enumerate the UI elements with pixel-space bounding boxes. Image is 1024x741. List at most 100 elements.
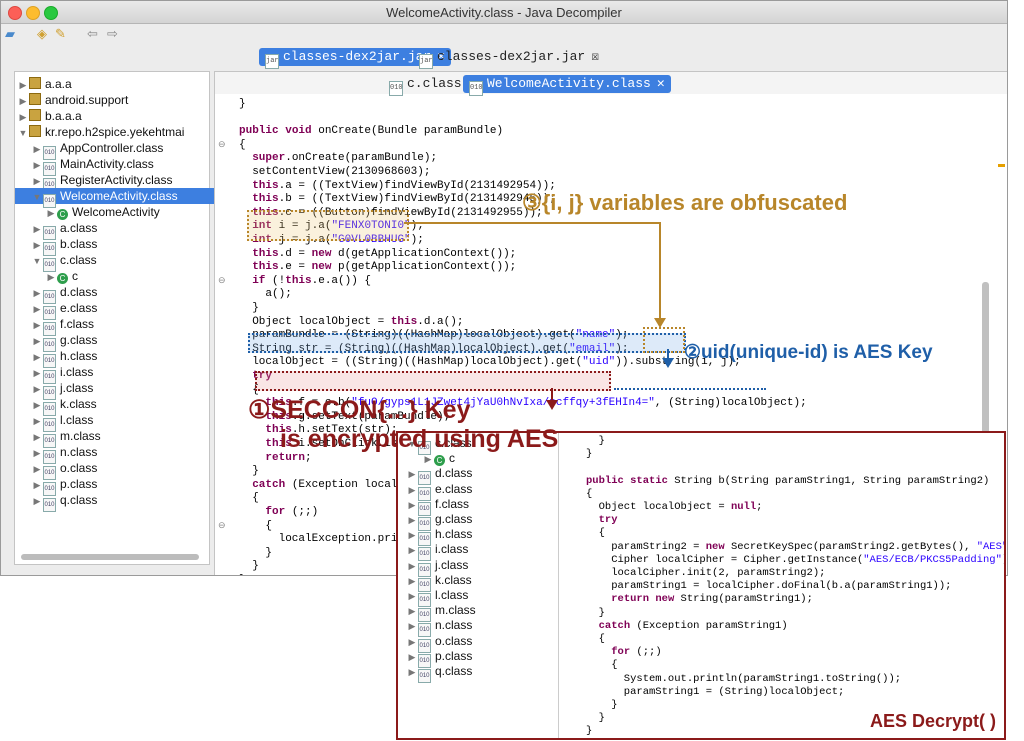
expand-arrow-icon[interactable]: ▶	[31, 317, 43, 333]
popup-tree-item-label: p.class	[435, 648, 473, 663]
wand-icon[interactable]: ✎	[55, 26, 66, 42]
expand-arrow-icon[interactable]: ▶	[31, 285, 43, 301]
expand-arrow-icon[interactable]: ▶	[17, 77, 29, 93]
expand-arrow-icon[interactable]: ▶	[31, 301, 43, 317]
tree-item-label: WelcomeActivity	[72, 205, 160, 219]
expand-arrow-icon[interactable]: ▶	[31, 173, 43, 189]
fold-icon[interactable]: ⊖	[218, 520, 226, 531]
annotation-uid-key: ②uid(unique-id) is AES Key	[684, 342, 933, 363]
tree-item[interactable]: ▶ 010 MainActivity.class	[15, 156, 221, 176]
expand-arrow-icon[interactable]: ▶	[31, 365, 43, 381]
popup-tree-item[interactable]: ▶ 010 n.class	[398, 617, 473, 638]
expand-arrow-icon[interactable]: ▼	[17, 125, 29, 141]
expand-arrow-icon[interactable]: ▼	[31, 253, 43, 269]
expand-arrow-icon[interactable]: ▶	[45, 269, 57, 285]
popup-tree-item[interactable]: ▶ 010 j.class	[398, 557, 468, 577]
popup-tree-item[interactable]: ▶ 010 h.class	[398, 526, 472, 547]
expand-arrow-icon[interactable]: ▶	[31, 349, 43, 365]
horizontal-scrollbar[interactable]	[21, 554, 199, 560]
code-line: super.onCreate(paramBundle);	[252, 152, 438, 165]
tree-item[interactable]: ▶ 010 i.class	[15, 364, 221, 384]
class-file-icon: 010	[389, 81, 403, 96]
popup-tree-item[interactable]: ▶ 010 k.class	[398, 572, 472, 592]
tree-item[interactable]: ▶ 010 j.class	[15, 380, 221, 400]
code-line: }	[239, 302, 259, 314]
back-arrow-icon[interactable]: ⇦	[87, 26, 98, 42]
popup-tree-item-label: n.class	[435, 618, 473, 633]
tree-item[interactable]: ▶ 010 g.class	[15, 332, 221, 352]
tree-item[interactable]: ▶ 010 a.class	[15, 220, 221, 240]
expand-arrow-icon[interactable]: ▶	[17, 109, 29, 125]
tree-item[interactable]: ▶ 010 l.class	[15, 412, 221, 432]
open-jar-icon[interactable]: ◈	[37, 26, 47, 42]
popup-tree-item[interactable]: ▶ 010 p.class	[398, 648, 473, 668]
tree-item[interactable]: ▶ C WelcomeActivity	[15, 204, 235, 220]
tree-item[interactable]: ▶ 010 k.class	[15, 396, 221, 416]
tree-item[interactable]: ▶ b.a.a.a	[15, 108, 207, 124]
popup-code-line: }	[586, 725, 593, 738]
tree-item[interactable]: ▶ android.support	[15, 92, 207, 108]
popup-code-area[interactable]: }} public static String b(String paramStr…	[560, 433, 1004, 738]
fold-icon[interactable]: ⊖	[218, 139, 226, 150]
highlight-encrypted-box	[255, 371, 611, 391]
expand-arrow-icon[interactable]: ▶	[17, 93, 29, 109]
package-tree: ▶ a.a.a ▶ android.support ▶ b.a.a.a ▼ kr.repo.h…	[14, 71, 221, 565]
popup-tree-item[interactable]: ▶ 010 q.class	[398, 663, 472, 683]
tree-item[interactable]: ▶ 010 d.class	[15, 284, 221, 304]
forward-arrow-icon[interactable]: ⇨	[107, 26, 118, 42]
popup-tree-item-label: k.class	[435, 572, 472, 587]
expand-arrow-icon[interactable]: ▶	[31, 477, 43, 493]
fold-icon[interactable]: ⊖	[218, 275, 226, 286]
expand-arrow-icon[interactable]: ▶	[406, 664, 418, 680]
expand-arrow-icon[interactable]: ▶	[31, 429, 43, 445]
popup-tree-item[interactable]: ▶ 010 d.class	[398, 465, 472, 486]
tree-item[interactable]: ▶ Cc	[15, 268, 235, 284]
popup-tree-item[interactable]: ▶ 010 i.class	[398, 541, 468, 562]
class-file-icon: 010	[43, 498, 56, 512]
expand-arrow-icon[interactable]: ▶	[31, 221, 43, 237]
tree-item[interactable]: ▶ 010 RegisterActivity.class	[15, 172, 221, 192]
expand-arrow-icon[interactable]: ▶	[31, 445, 43, 461]
popup-tree-item[interactable]: ▶ 010 m.class	[398, 602, 476, 623]
tree-item[interactable]: ▶ 010 e.class	[15, 300, 221, 320]
expand-arrow-icon[interactable]: ▶	[31, 397, 43, 413]
tree-item[interactable]: ▼ 010 c.class	[15, 252, 221, 272]
tree-item[interactable]: ▶ 010 f.class	[15, 316, 221, 336]
expand-arrow-icon[interactable]: ▼	[31, 189, 43, 205]
tree-item[interactable]: ▼ 010 WelcomeActivity.class	[15, 188, 221, 208]
expand-arrow-icon[interactable]: ▶	[31, 237, 43, 253]
expand-arrow-icon[interactable]: ▶	[31, 413, 43, 429]
window-title: WelcomeActivity.class - Java Decompiler	[386, 5, 622, 20]
tree-item-label: k.class	[60, 397, 97, 411]
tree-item[interactable]: ▶ a.a.a	[15, 76, 207, 92]
expand-arrow-icon[interactable]: ▶	[31, 461, 43, 477]
popup-tree-item[interactable]: ▶ 010 g.class	[398, 511, 472, 531]
close-tab-icon[interactable]: ✕	[657, 76, 665, 91]
tree-item[interactable]: ▶ 010 n.class	[15, 444, 221, 464]
expand-arrow-icon[interactable]: ▶	[31, 381, 43, 397]
tree-item[interactable]: ▶ 010 q.class	[15, 492, 221, 512]
tree-item[interactable]: ▶ 010 AppController.class	[15, 140, 221, 160]
open-folder-icon[interactable]: ▰	[5, 26, 15, 42]
close-tab-icon[interactable]: ☒	[591, 49, 599, 64]
code-line: localObject = ((String)((HashMap)localOb…	[239, 356, 741, 369]
popup-tree-item[interactable]: ▶ 010 l.class	[398, 587, 468, 607]
expand-arrow-icon[interactable]: ▶	[31, 493, 43, 509]
code-line: for (;;)	[265, 506, 319, 518]
expand-arrow-icon[interactable]: ▶	[31, 333, 43, 349]
expand-arrow-icon[interactable]: ▶	[31, 157, 43, 173]
popup-tree-item[interactable]: ▶ 010 f.class	[398, 496, 469, 516]
tab-jar-inactive[interactable]: jar classes-dex2jar.jar ☒	[413, 48, 605, 69]
tree-item[interactable]: ▶ 010 o.class	[15, 460, 221, 480]
expand-arrow-icon[interactable]: ▶	[31, 141, 43, 157]
popup-tree-item[interactable]: ▶ 010 e.class	[398, 481, 472, 501]
expand-arrow-icon[interactable]: ▶	[45, 205, 57, 221]
tree-item[interactable]: ▶ 010 b.class	[15, 236, 221, 256]
tree-item[interactable]: ▼ kr.repo.h2spice.yekehtmai	[15, 124, 207, 140]
popup-tree-item[interactable]: ▶ 010 o.class	[398, 633, 472, 653]
tree-item[interactable]: ▶ 010 h.class	[15, 348, 221, 368]
tree-item[interactable]: ▶ 010 m.class	[15, 428, 221, 448]
tab-welcomeactivity-class[interactable]: 010 WelcomeActivity.class ✕	[463, 75, 671, 96]
annotation-obfuscated: ③{i, j} variables are obfuscated	[522, 190, 848, 215]
tree-item[interactable]: ▶ 010 p.class	[15, 476, 221, 496]
